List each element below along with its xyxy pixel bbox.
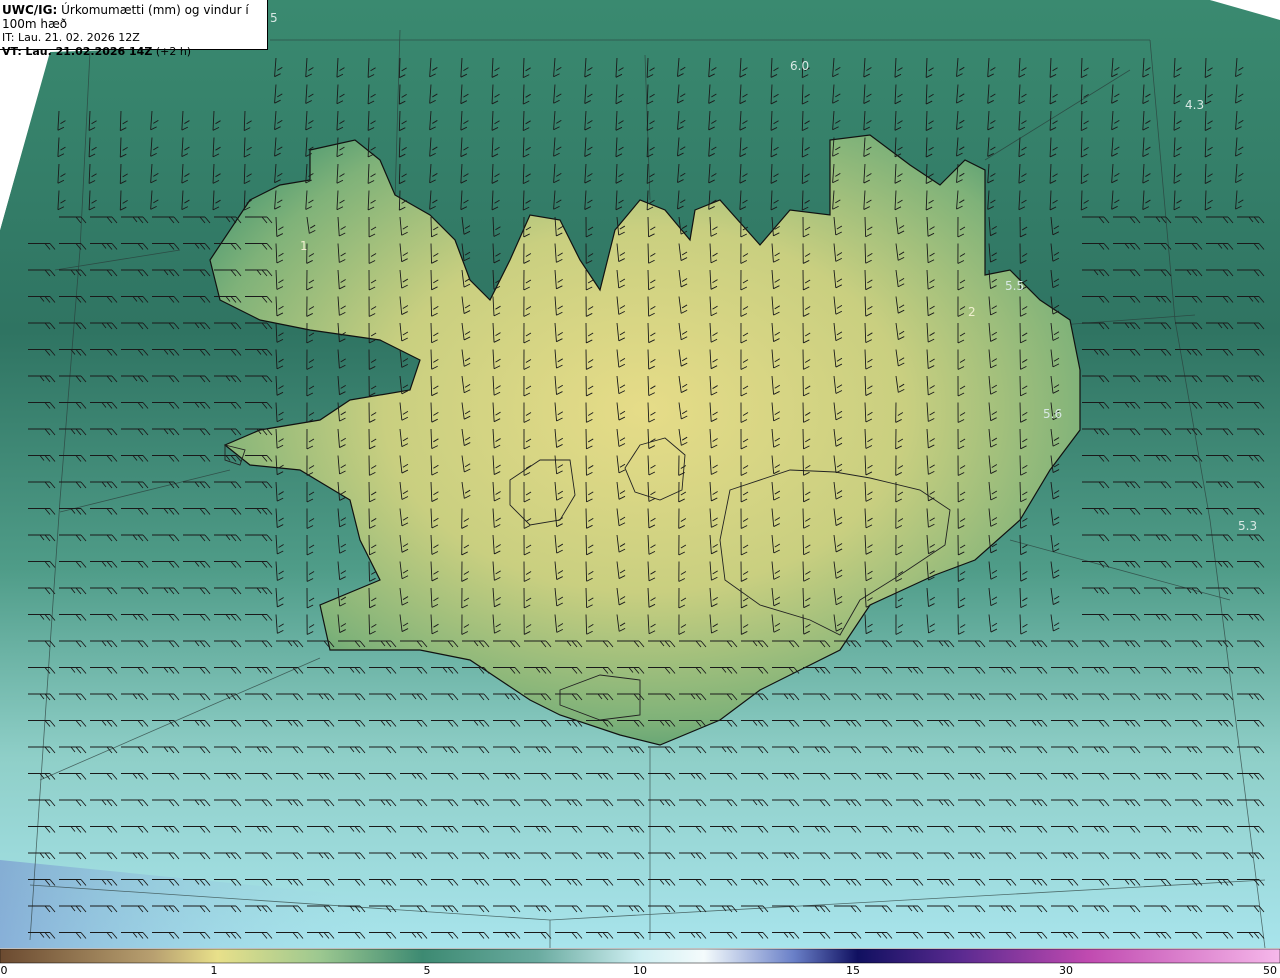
init-time-label: IT: — [2, 31, 15, 44]
valid-time-line: VT: Lau. 21.02.2026 14Z (+2 h) — [2, 45, 267, 59]
valid-time-value: Lau. 21.02.2026 14Z — [25, 45, 153, 58]
colorbar-tick: 10 — [633, 964, 647, 977]
value-label: 4.3 — [1185, 98, 1204, 112]
value-label: 5 — [270, 11, 278, 25]
colorbar-tick: 50 — [1263, 964, 1277, 977]
value-label: 5.5 — [1005, 279, 1024, 293]
weather-map: 6.0 4.3 5.5 5.6 5 2 1 5.3 UWC/IG: Úrkomu… — [0, 0, 1280, 978]
value-label: 2 — [968, 305, 976, 319]
colorbar-labels: 0 1 5 10 15 30 50 — [0, 964, 1280, 978]
value-label: 6.0 — [790, 59, 809, 73]
header-title-line: UWC/IG: Úrkomumætti (mm) og vindur í 100… — [2, 3, 267, 31]
colorbar-tick: 30 — [1059, 964, 1073, 977]
init-time-line: IT: Lau. 21. 02. 2026 12Z — [2, 31, 267, 45]
colorbar-tick: 0 — [0, 964, 8, 977]
valid-time-offset: (+2 h) — [155, 45, 192, 58]
value-label: 1 — [300, 239, 308, 253]
colorbar — [0, 948, 1280, 964]
init-time-value: Lau. 21. 02. 2026 12Z — [17, 31, 140, 44]
value-label: 5.6 — [1043, 407, 1062, 421]
colorbar-tick: 5 — [423, 964, 431, 977]
model-label: UWC/IG: — [2, 3, 58, 17]
value-label: 5.3 — [1238, 519, 1257, 533]
colorbar-tick: 15 — [846, 964, 860, 977]
map-header: UWC/IG: Úrkomumætti (mm) og vindur í 100… — [0, 0, 268, 58]
valid-time-label: VT: — [2, 45, 22, 58]
map-canvas: 6.0 4.3 5.5 5.6 5 2 1 5.3 — [0, 0, 1280, 964]
colorbar-tick: 1 — [210, 964, 218, 977]
